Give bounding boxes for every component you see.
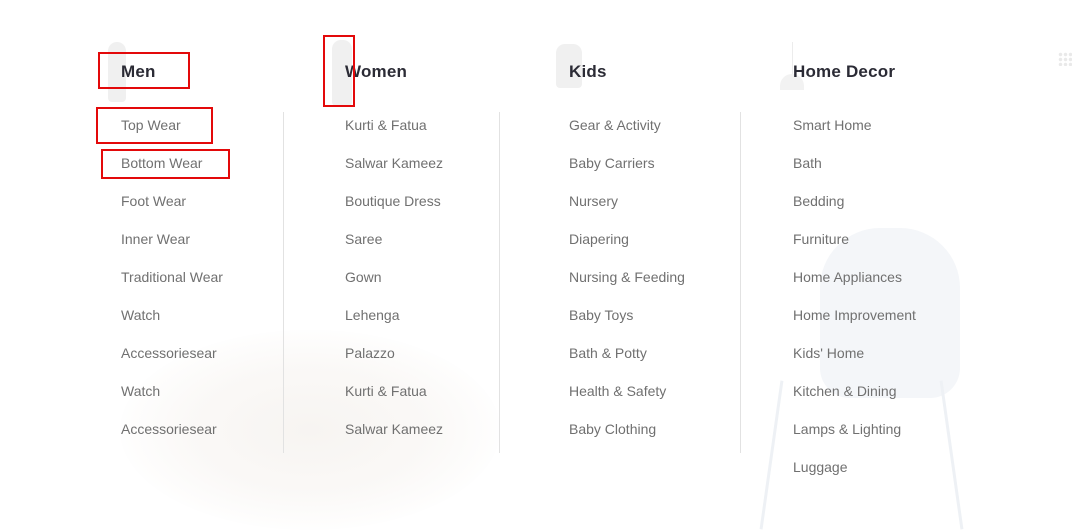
column-title-kids[interactable]: Kids [569,62,607,82]
menu-item[interactable]: Gear & Activity [569,116,685,154]
menu-item[interactable]: Lehenga [345,306,443,344]
highlight-box-top-wear [96,107,213,144]
menu-item[interactable]: Smart Home [793,116,916,154]
menu-item[interactable]: Accessoriesear [121,420,223,458]
column-title-home-decor[interactable]: Home Decor [793,62,895,82]
highlight-box-bottom-wear [101,149,230,179]
menu-item[interactable]: Home Appliances [793,268,916,306]
menu-item[interactable]: Inner Wear [121,230,223,268]
menu-item[interactable]: Baby Toys [569,306,685,344]
menu-item[interactable]: Luggage [793,458,916,496]
menu-item[interactable]: Health & Safety [569,382,685,420]
menu-item[interactable]: Baby Clothing [569,420,685,458]
menu-item[interactable]: Saree [345,230,443,268]
column-divider [499,112,500,453]
column-divider [740,112,741,453]
column-list-kids: Gear & Activity Baby Carriers Nursery Di… [569,116,685,458]
background-grid-icon [1058,52,1072,66]
menu-item[interactable]: Bedding [793,192,916,230]
menu-item[interactable]: Baby Carriers [569,154,685,192]
menu-item[interactable]: Salwar Kameez [345,154,443,192]
menu-item[interactable]: Kids' Home [793,344,916,382]
column-list-home-decor: Smart Home Bath Bedding Furniture Home A… [793,116,916,496]
menu-item[interactable]: Foot Wear [121,192,223,230]
menu-item[interactable]: Home Improvement [793,306,916,344]
menu-item[interactable]: Kurti & Fatua [345,382,443,420]
menu-item[interactable]: Diapering [569,230,685,268]
menu-item[interactable]: Lamps & Lighting [793,420,916,458]
menu-item[interactable]: Furniture [793,230,916,268]
menu-item[interactable]: Traditional Wear [121,268,223,306]
background-chair-leg [939,380,964,530]
menu-item[interactable]: Watch [121,306,223,344]
column-divider [283,112,284,453]
menu-item[interactable]: Bath & Potty [569,344,685,382]
menu-item[interactable]: Palazzo [345,344,443,382]
menu-item[interactable]: Kitchen & Dining [793,382,916,420]
menu-item[interactable]: Watch [121,382,223,420]
highlight-box-men [98,52,190,89]
menu-item[interactable]: Nursing & Feeding [569,268,685,306]
menu-item[interactable]: Nursery [569,192,685,230]
background-chair-leg [759,380,784,530]
menu-item[interactable]: Kurti & Fatua [345,116,443,154]
highlight-box-women-figure [323,35,355,107]
menu-item[interactable]: Accessoriesear [121,344,223,382]
menu-item[interactable]: Gown [345,268,443,306]
column-list-women: Kurti & Fatua Salwar Kameez Boutique Dre… [345,116,443,458]
menu-item[interactable]: Bath [793,154,916,192]
menu-item[interactable]: Boutique Dress [345,192,443,230]
menu-item[interactable]: Salwar Kameez [345,420,443,458]
